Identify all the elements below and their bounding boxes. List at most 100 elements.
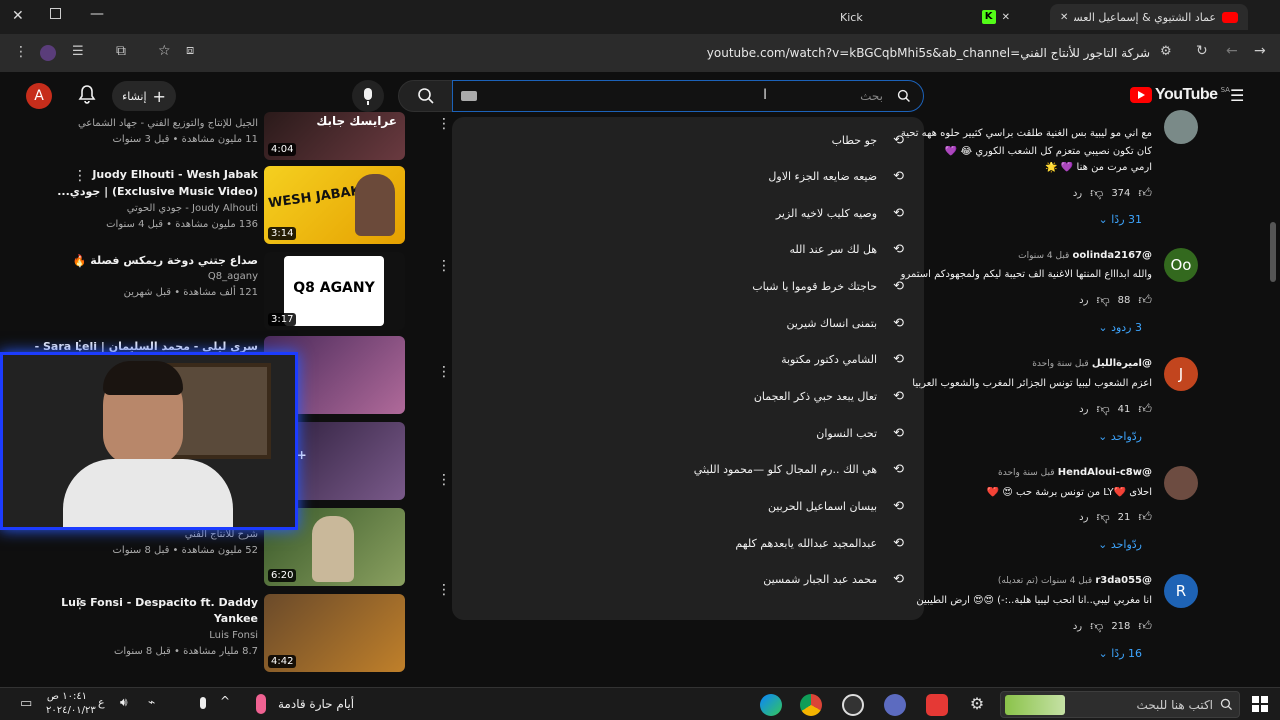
more-menu-icon[interactable]: ⋮ <box>14 44 28 60</box>
favorites-icon[interactable]: ☆ <box>158 43 171 59</box>
obs-app-icon[interactable] <box>842 694 864 716</box>
screen-recorder-app-icon[interactable] <box>926 694 948 716</box>
create-button[interactable]: إنشاء + <box>112 81 176 111</box>
youtube-logo[interactable]: YouTube SA <box>1130 86 1230 104</box>
view-replies-button[interactable]: 3 ردود ⌄ <box>1098 321 1142 334</box>
notifications-icon[interactable]: ▭ <box>20 696 32 711</box>
edge-app-icon[interactable] <box>760 694 782 716</box>
volume-icon[interactable]: 🔊︎ <box>120 695 128 710</box>
dislike-icon[interactable]: 👎︎ <box>1096 510 1109 525</box>
video-thumbnail[interactable]: WESH JABAK 3:14 <box>264 166 405 244</box>
network-icon[interactable]: ⌁ <box>148 695 155 709</box>
dislike-icon[interactable]: 👎︎ <box>1090 619 1103 634</box>
video-title-line2[interactable]: (Exclusive Music Video) | جودي... <box>57 185 258 198</box>
like-icon[interactable]: 👍︎ <box>1138 402 1152 417</box>
video-options-icon[interactable]: ⋮ <box>437 582 451 598</box>
user-avatar[interactable]: A <box>26 83 52 109</box>
forward-icon[interactable]: ← <box>1226 43 1238 59</box>
back-icon[interactable]: → <box>1254 43 1266 59</box>
suggestion-text: هي الك ..رم المجال كلو —محمود الليثي <box>693 462 878 476</box>
tab-youtube-close-icon[interactable]: ✕ <box>1060 12 1068 23</box>
profile-icon[interactable] <box>40 45 56 61</box>
video-duration: 4:04 <box>268 143 297 156</box>
tab-kick[interactable]: ✕ K Kick <box>830 4 1020 30</box>
view-replies-button[interactable]: ردّواحد ⌄ <box>1098 430 1142 443</box>
restore-window-icon[interactable] <box>50 8 61 19</box>
reply-button[interactable]: رد <box>1073 621 1082 632</box>
like-icon[interactable]: 👍︎ <box>1138 619 1152 634</box>
suggestion-item[interactable]: ⟲ تحب النسوان <box>816 415 904 451</box>
dislike-icon[interactable]: 👎︎ <box>1096 402 1109 417</box>
collections-icon[interactable]: ☰ <box>72 44 84 59</box>
reply-button[interactable]: رد <box>1079 512 1088 523</box>
suggestion-item[interactable]: ⟲ عبدالمجيد عبدالله يابعدهم كلهم <box>735 525 904 561</box>
suggestion-item[interactable]: ⟲ وصيه كليب لاخيه الزير <box>776 195 904 231</box>
suggestion-item[interactable]: ⟲ هل لك سر عند الله <box>789 231 904 267</box>
comment-avatar[interactable]: Oo <box>1164 248 1198 282</box>
video-channel[interactable]: شرح للأنتاج الفني <box>185 529 258 540</box>
view-replies-button[interactable]: 16 ردًا ⌄ <box>1099 647 1142 660</box>
minimize-window-icon[interactable]: — <box>90 6 104 22</box>
comment-avatar[interactable] <box>1164 466 1198 500</box>
video-title[interactable]: صداع جتني دوخة ريمكس فصلة 🔥 <box>73 254 258 267</box>
like-icon[interactable]: 👍︎ <box>1138 510 1152 525</box>
site-settings-icon[interactable]: ⚙ <box>1160 44 1172 59</box>
dislike-icon[interactable]: 👎︎ <box>1090 186 1103 201</box>
hamburger-menu-icon[interactable]: ☰ <box>1230 86 1244 105</box>
settings-app-icon[interactable]: ⚙ <box>966 694 988 716</box>
reply-button[interactable]: رد <box>1073 188 1082 199</box>
windows-start-icon[interactable] <box>1252 696 1268 712</box>
video-title-line2[interactable]: Yankee <box>214 612 258 625</box>
view-replies-button[interactable]: 31 ردًا ⌄ <box>1099 213 1142 226</box>
chrome-app-icon[interactable] <box>800 694 822 716</box>
video-thumbnail[interactable]: Q8 AGANY 3:17 <box>264 252 405 330</box>
reply-button[interactable]: رد <box>1079 404 1088 415</box>
language-indicator[interactable]: ع <box>98 696 105 709</box>
comment-avatar[interactable]: R <box>1164 574 1198 608</box>
view-replies-button[interactable]: ردّواحد ⌄ <box>1098 538 1142 551</box>
comment-author[interactable]: @HendAloui-c8w <box>1058 467 1152 478</box>
page-scrollbar[interactable] <box>1270 222 1276 282</box>
video-title[interactable]: Luis Fonsi - Despacito ft. Daddy <box>61 596 258 609</box>
video-options-icon[interactable]: ⋮ <box>437 364 451 380</box>
like-icon[interactable]: 👍︎ <box>1138 186 1152 201</box>
suggestion-item[interactable]: ⟲ بتمنى انساك شيرين <box>786 305 904 341</box>
weather-icon[interactable] <box>256 694 266 714</box>
comment-author[interactable]: @اميرةالليل <box>1092 358 1152 369</box>
microphone-tray-icon[interactable] <box>200 697 206 709</box>
extensions-icon[interactable]: ⧉ <box>116 43 126 59</box>
dislike-icon[interactable]: 👎︎ <box>1096 293 1109 308</box>
comment-avatar[interactable] <box>1164 110 1198 144</box>
notifications-bell-icon[interactable] <box>78 84 96 104</box>
reply-button[interactable]: رد <box>1079 295 1088 306</box>
video-channel[interactable]: Luis Fonsi <box>209 630 258 641</box>
voice-search-button[interactable] <box>352 80 384 112</box>
video-options-icon[interactable]: ⋮ <box>437 258 451 274</box>
video-options-icon[interactable]: ⋮ <box>73 596 87 612</box>
weather-text[interactable]: أيام حارة قادمة <box>278 697 354 711</box>
video-options-icon[interactable]: ⋮ <box>437 472 451 488</box>
video-channel[interactable]: Joudy Alhouti - جودي الحوتي <box>127 203 258 214</box>
region-code: SA <box>1220 86 1230 94</box>
comment-author[interactable]: @r3da055 <box>1095 575 1152 586</box>
comment-avatar[interactable]: J <box>1164 357 1198 391</box>
search-button[interactable] <box>398 80 454 112</box>
show-hidden-icons-icon[interactable]: ^ <box>220 694 230 708</box>
video-title[interactable]: Juody Elhouti - Wesh Jabak <box>92 168 258 181</box>
video-channel[interactable]: Q8_agany <box>208 271 258 282</box>
video-options-icon[interactable]: ⋮ <box>73 168 87 184</box>
reload-icon[interactable]: ↻ <box>1196 43 1208 59</box>
comment-author[interactable]: @oolinda2167 <box>1073 250 1152 261</box>
like-icon[interactable]: 👍︎ <box>1138 293 1152 308</box>
close-window-icon[interactable]: ✕ <box>12 8 24 24</box>
streaming-app-icon[interactable] <box>884 694 906 716</box>
clock[interactable]: ١٠:٤١ ص ٢٠٢٤/٠١/٢٣ <box>46 690 96 718</box>
video-options-icon[interactable]: ⋮ <box>73 254 87 270</box>
keyboard-icon[interactable] <box>461 91 477 101</box>
url-field[interactable]: youtube.com/watch?v=kBGCqbMhi5s&ab_chann… <box>180 34 1150 72</box>
search-input[interactable]: بحث I <box>452 80 924 112</box>
tab-kick-close-icon[interactable]: ✕ <box>1002 12 1010 23</box>
video-thumbnail[interactable]: 4:42 <box>264 594 405 672</box>
taskbar-search-box[interactable]: اكتب هنا للبحث <box>1000 691 1240 718</box>
tab-youtube[interactable]: عماد الشتيوي & إسماعيل العسكر ✕ <box>1050 4 1248 30</box>
